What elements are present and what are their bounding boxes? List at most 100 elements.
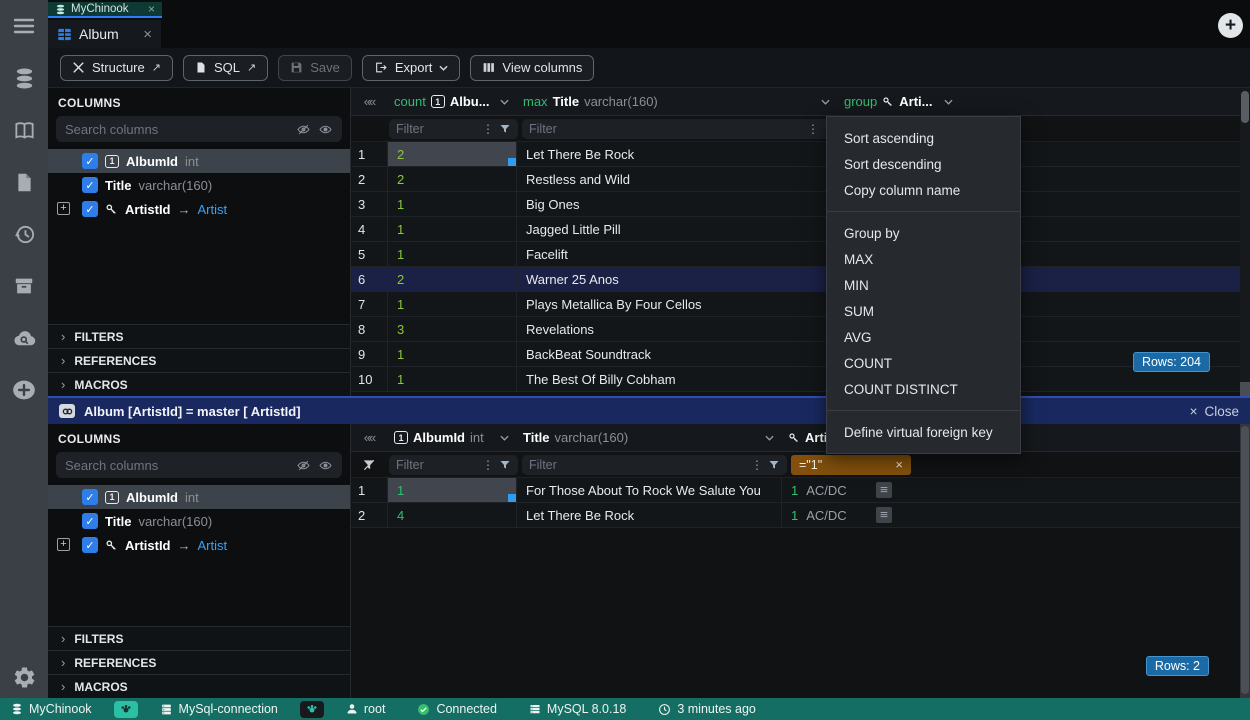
search-columns-box[interactable] [56, 116, 342, 142]
collapse-columns-icon[interactable]: «« [351, 94, 387, 109]
table-row[interactable]: 83Revelations [351, 317, 1250, 342]
open-related-record-button[interactable] [876, 482, 892, 498]
column-header-albumid[interactable]: 1 AlbumId int [387, 424, 516, 451]
cell-count[interactable]: 2 [387, 267, 516, 291]
filter-input[interactable] [396, 122, 477, 136]
field-row-artistid[interactable]: + ✓ ArtistId → Artist [48, 533, 350, 557]
checkbox-checked[interactable]: ✓ [82, 513, 98, 529]
open-related-record-button[interactable] [876, 507, 892, 523]
scrollbar-thumb[interactable] [1241, 91, 1249, 123]
expand-icon[interactable]: + [57, 538, 70, 551]
menu-item-sum[interactable]: SUM [827, 298, 1020, 324]
fk-target-link[interactable]: Artist [198, 538, 228, 553]
menu-icon[interactable] [11, 13, 37, 39]
checkbox-checked[interactable]: ✓ [82, 201, 98, 217]
cell-albumid-selected[interactable]: 1 [387, 478, 516, 502]
table-row[interactable]: 91BackBeat Soundtrack [351, 342, 1250, 367]
eye-off-icon[interactable] [296, 123, 311, 136]
clear-filters-icon[interactable] [362, 458, 376, 472]
save-button[interactable]: Save [278, 55, 352, 81]
filter-input-count[interactable]: ⋮ [389, 119, 518, 139]
cell-count[interactable]: 1 [387, 292, 516, 316]
checkbox-checked[interactable]: ✓ [82, 153, 98, 169]
history-icon[interactable] [11, 221, 37, 247]
filter-input-title[interactable]: ⋮ [522, 119, 843, 139]
table-row[interactable]: 12Let There Be Rock [351, 142, 1250, 167]
funnel-icon[interactable] [499, 459, 511, 471]
filter-options-icon[interactable]: ⋮ [482, 122, 494, 136]
cell-title[interactable]: Jagged Little Pill [516, 217, 837, 241]
add-connection-icon[interactable] [11, 377, 37, 403]
cell-artistid[interactable]: 1 AC/DC [781, 503, 901, 527]
search-columns-box[interactable] [56, 452, 342, 478]
selection-handle[interactable] [508, 158, 516, 166]
menu-item-count[interactable]: COUNT [827, 350, 1020, 376]
console-toggle-badge[interactable] [300, 701, 324, 718]
funnel-icon[interactable] [768, 459, 780, 471]
column-header-max-title[interactable]: max Title varchar(160) [516, 88, 837, 115]
tab-table-album[interactable]: Album × [48, 20, 161, 48]
chevron-down-icon[interactable] [765, 435, 774, 441]
fk-target-link[interactable]: Artist [198, 202, 228, 217]
filter-options-icon[interactable]: ⋮ [807, 122, 819, 136]
checkbox-checked[interactable]: ✓ [82, 177, 98, 193]
filter-input[interactable] [529, 458, 746, 472]
close-icon[interactable]: × [143, 26, 152, 43]
export-button[interactable]: Export [362, 55, 461, 81]
chevron-down-icon[interactable] [500, 99, 509, 105]
filter-input[interactable] [529, 122, 802, 136]
cell-title[interactable]: Big Ones [516, 192, 837, 216]
cell-count-selected[interactable]: 2 [387, 142, 516, 166]
cell-title[interactable]: Facelift [516, 242, 837, 266]
active-filter-chip[interactable]: ="1" × [791, 455, 911, 475]
status-connection[interactable]: MySql-connection [160, 702, 278, 716]
menu-item-copy-column-name[interactable]: Copy column name [827, 177, 1020, 203]
cell-title[interactable]: Let There Be Rock [516, 503, 781, 527]
field-row-albumid[interactable]: ✓ 1 AlbumId int [48, 149, 350, 173]
cell-title[interactable]: Revelations [516, 317, 837, 341]
cell-title[interactable]: Let There Be Rock [516, 142, 837, 166]
cell-albumid[interactable]: 4 [387, 503, 516, 527]
cell-title[interactable]: Restless and Wild [516, 167, 837, 191]
chevron-down-icon[interactable] [821, 99, 830, 105]
cell-count[interactable]: 1 [387, 342, 516, 366]
section-filters[interactable]: ›FILTERS [48, 626, 350, 650]
section-macros[interactable]: ›MACROS [48, 674, 350, 698]
search-columns-input[interactable] [65, 122, 289, 137]
collapse-columns-icon[interactable]: «« [351, 430, 387, 445]
notes-file-icon[interactable] [11, 169, 37, 195]
field-row-title[interactable]: ✓ Title varchar(160) [48, 509, 350, 533]
table-row[interactable]: 101The Best Of Billy Cobham [351, 367, 1250, 392]
documentation-book-icon[interactable] [11, 117, 37, 143]
vertical-scrollbar[interactable] [1240, 424, 1250, 698]
close-icon[interactable]: × [148, 2, 155, 16]
filter-options-icon[interactable]: ⋮ [751, 458, 763, 472]
filter-input-title[interactable]: ⋮ [522, 455, 787, 475]
table-row[interactable]: 2 4 Let There Be Rock 1 AC/DC [351, 503, 1250, 528]
scrollbar-thumb[interactable] [1241, 426, 1249, 694]
chevron-down-icon[interactable] [500, 435, 509, 441]
view-columns-button[interactable]: View columns [470, 55, 594, 81]
vertical-scrollbar[interactable] [1240, 88, 1250, 396]
sql-button[interactable]: SQL↗ [183, 55, 268, 81]
checkbox-checked[interactable]: ✓ [82, 537, 98, 553]
table-row[interactable]: 51Facelift [351, 242, 1250, 267]
checkbox-checked[interactable]: ✓ [82, 489, 98, 505]
chevron-down-icon[interactable] [944, 99, 953, 105]
table-row[interactable]: 41Jagged Little Pill [351, 217, 1250, 242]
cell-count[interactable]: 1 [387, 242, 516, 266]
section-references[interactable]: ›REFERENCES [48, 348, 350, 372]
field-row-title[interactable]: ✓ Title varchar(160) [48, 173, 350, 197]
menu-item-avg[interactable]: AVG [827, 324, 1020, 350]
search-columns-input[interactable] [65, 458, 289, 473]
eye-off-icon[interactable] [296, 459, 311, 472]
cell-count[interactable]: 3 [387, 317, 516, 341]
cloud-search-icon[interactable] [11, 325, 37, 351]
table-row[interactable]: 22Restless and Wild [351, 167, 1250, 192]
expand-icon[interactable]: + [57, 202, 70, 215]
cell-count[interactable]: 1 [387, 367, 516, 391]
filter-options-icon[interactable]: ⋮ [482, 458, 494, 472]
cell-title[interactable]: BackBeat Soundtrack [516, 342, 837, 366]
field-row-albumid[interactable]: ✓ 1 AlbumId int [48, 485, 350, 509]
menu-item-count-distinct[interactable]: COUNT DISTINCT [827, 376, 1020, 402]
